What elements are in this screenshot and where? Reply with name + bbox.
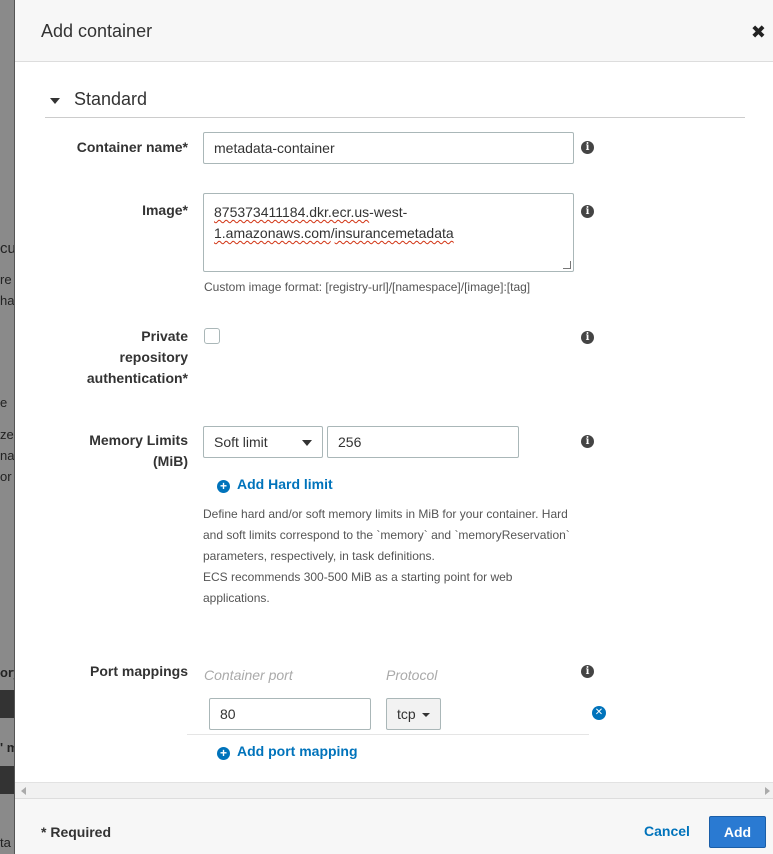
- modal-header: Add container ✖: [15, 0, 773, 62]
- private-repo-label: repository: [119, 349, 188, 365]
- info-icon[interactable]: i: [581, 331, 594, 344]
- container-name-label: Container name*: [76, 139, 188, 155]
- image-label: Image*: [142, 202, 188, 218]
- add-port-mapping-label: Add port mapping: [237, 743, 358, 759]
- modal-title: Add container: [41, 21, 153, 41]
- private-repo-label: Private: [141, 328, 188, 344]
- cancel-button[interactable]: Cancel: [644, 823, 690, 839]
- info-icon[interactable]: i: [581, 665, 594, 678]
- chevron-down-icon: [302, 440, 312, 446]
- background-block: [0, 766, 14, 794]
- private-repo-checkbox[interactable]: [204, 328, 220, 344]
- image-format-hint: Custom image format: [registry-url]/[nam…: [204, 280, 531, 294]
- add-hard-limit-label: Add Hard limit: [237, 476, 333, 492]
- add-hard-limit-button[interactable]: + Add Hard limit: [217, 475, 333, 493]
- background-text: ha: [0, 293, 14, 308]
- add-port-mapping-button[interactable]: + Add port mapping: [217, 742, 358, 760]
- image-value-part: 875373411184.dkr.ecr.us: [214, 204, 370, 220]
- background-page: cu re ha e ze na or ory ' m ta: [0, 0, 14, 854]
- remove-circle-icon[interactable]: ✕: [592, 706, 606, 720]
- modal-footer: * Required Cancel Add: [15, 798, 773, 854]
- add-button[interactable]: Add: [709, 816, 766, 848]
- background-text: ze: [0, 427, 14, 442]
- image-value-part: -west-: [369, 204, 408, 220]
- background-text: ' m: [0, 740, 14, 755]
- background-text: or: [0, 469, 12, 484]
- container-port-column-header: Container port: [204, 667, 293, 683]
- info-icon[interactable]: i: [581, 205, 594, 218]
- section-title: Standard: [74, 89, 148, 109]
- required-note: * Required: [41, 824, 112, 840]
- memory-help-line: Define hard and/or soft memory limits in…: [203, 507, 568, 521]
- image-textarea[interactable]: 875373411184.dkr.ecr.us-west- 1.amazonaw…: [203, 193, 574, 272]
- memory-help-line: parameters, respectively, in task defini…: [203, 549, 435, 563]
- protocol-column-header: Protocol: [386, 667, 438, 683]
- private-repo-label: authentication*: [86, 370, 188, 386]
- plus-circle-icon: +: [217, 747, 230, 760]
- memory-help-line: applications.: [203, 591, 270, 605]
- caret-down-icon: [50, 98, 60, 104]
- resize-handle[interactable]: [563, 261, 571, 269]
- section-header-standard[interactable]: Standard: [45, 86, 745, 118]
- background-text: na: [0, 448, 14, 463]
- memory-limits-label: (MiB): [153, 453, 188, 469]
- modal-body: Standard Container name* metadata-contai…: [15, 62, 773, 782]
- background-text: ory: [0, 665, 14, 680]
- memory-help-line: ECS recommends 300-500 MiB as a starting…: [203, 570, 513, 584]
- plus-circle-icon: +: [217, 480, 230, 493]
- memory-limits-label: Memory Limits: [89, 432, 188, 448]
- background-text: e: [0, 395, 8, 410]
- close-icon[interactable]: ✖: [751, 23, 766, 41]
- background-text: re: [0, 272, 12, 287]
- caret-down-icon: [422, 713, 430, 717]
- image-value-part: insurancemetadata: [334, 225, 454, 241]
- background-block: [0, 690, 14, 718]
- memory-limit-type-value: Soft limit: [214, 434, 268, 450]
- row-divider: [187, 734, 589, 735]
- protocol-value: tcp: [397, 706, 416, 722]
- background-text: ta: [0, 835, 11, 850]
- background-text: cu: [0, 240, 14, 257]
- info-icon[interactable]: i: [581, 141, 594, 154]
- info-icon[interactable]: i: [581, 435, 594, 448]
- memory-help-text: Define hard and/or soft memory limits in…: [203, 504, 570, 609]
- memory-limit-type-select[interactable]: Soft limit: [203, 426, 323, 458]
- container-name-input[interactable]: metadata-container: [203, 132, 574, 164]
- add-container-modal: Add container ✖ Standard Container name*…: [14, 0, 773, 854]
- memory-value-input[interactable]: 256: [327, 426, 519, 458]
- scroll-right-icon[interactable]: [765, 787, 770, 795]
- container-port-input[interactable]: 80: [209, 698, 371, 730]
- port-mappings-label: Port mappings: [89, 663, 188, 679]
- protocol-select[interactable]: tcp: [386, 698, 441, 730]
- image-value-part: 1.amazonaws.com: [214, 225, 331, 241]
- scroll-left-icon[interactable]: [21, 787, 26, 795]
- horizontal-scrollbar[interactable]: [15, 782, 773, 798]
- memory-help-line: and soft limits correspond to the `memor…: [203, 528, 570, 542]
